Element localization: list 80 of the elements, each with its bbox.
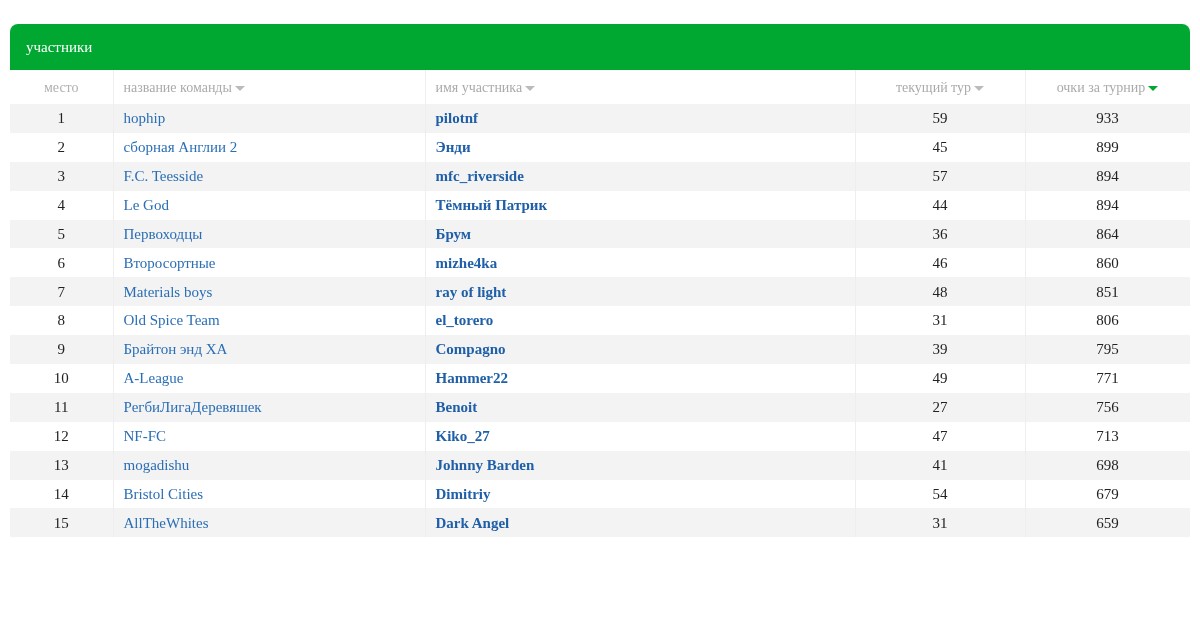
tournament-points: 864 [1096,225,1119,242]
tournament-points: 659 [1096,514,1119,531]
current-round-score: 49 [932,370,948,387]
tournament-points: 713 [1096,428,1119,444]
place-number: 9 [57,341,65,358]
column-header: место [43,79,79,95]
place-number: 1 [57,110,65,127]
current-round-score: 39 [932,341,948,358]
current-round-score: 31 [932,312,948,329]
tournament-points: 771 [1096,370,1119,387]
current-round-score: 41 [932,456,948,473]
current-round-score: 44 [932,196,948,213]
team-link[interactable]: NF-FC [123,428,167,444]
team-link[interactable]: F.C. Teesside [123,167,204,184]
team-link[interactable]: Old Spice Team [123,312,220,329]
tournament-points: 933 [1096,110,1119,127]
player-link[interactable]: pilotnf [435,110,478,127]
current-round-score: 36 [932,225,948,242]
tournament-points: 894 [1096,167,1119,184]
player-link[interactable]: Johnny Barden [435,456,535,473]
player-link[interactable]: Энди [435,139,471,156]
player-link[interactable]: mizhe4ka [435,254,498,271]
team-link[interactable]: A-League [123,370,184,387]
tournament-points: 894 [1096,196,1119,213]
player-link[interactable]: Dark Angel [435,514,510,531]
player-link[interactable]: el_torero [435,312,494,329]
place-number: 15 [53,514,69,531]
tournament-points: 756 [1096,399,1119,416]
current-round-score: 47 [932,428,948,444]
team-link[interactable]: mogadishu [123,456,190,473]
place-number: 6 [57,254,65,271]
place-number: 11 [54,399,69,416]
panel-title: участники [26,37,93,57]
player-link[interactable]: Брум [435,225,472,242]
tournament-points: 899 [1096,139,1119,156]
player-link[interactable]: Benoit [435,399,478,416]
current-round-score: 48 [932,283,948,300]
team-link[interactable]: Bristol Cities [123,485,204,502]
player-link[interactable]: Тёмный Патрик [435,196,548,213]
team-link[interactable]: Le God [123,196,169,213]
place-number: 3 [57,167,65,184]
place-number: 12 [53,428,69,444]
place-number: 2 [57,139,65,156]
player-link[interactable]: Kiko_27 [435,428,490,444]
place-number: 4 [57,196,65,213]
place-number: 10 [53,370,69,387]
current-round-score: 27 [932,399,948,416]
player-link[interactable]: Dimitriy [435,485,491,502]
sort-caret-icon[interactable] [1148,85,1159,91]
sort-caret-icon[interactable] [974,85,985,91]
team-link[interactable]: Materials boys [123,283,213,300]
sort-caret-icon[interactable] [525,85,536,91]
team-link[interactable]: Второсортные [123,254,216,271]
team-link[interactable]: Брайтон энд ХА [123,341,228,358]
team-link[interactable]: AllTheWhites [123,514,209,531]
player-link[interactable]: ray of light [435,283,507,300]
player-link[interactable]: Hammer22 [435,370,508,387]
place-number: 8 [57,312,65,329]
player-link[interactable]: Compagno [435,341,506,358]
tournament-points: 806 [1096,312,1119,329]
sort-caret-icon[interactable] [234,85,245,91]
team-link[interactable]: сборная Англии 2 [123,139,238,156]
player-link[interactable]: mfc_riverside [435,167,524,184]
team-link[interactable]: hophip [123,110,166,127]
team-link[interactable]: Первоходцы [123,225,203,242]
tournament-points: 679 [1096,485,1119,502]
place-number: 7 [57,283,65,300]
tournament-points: 851 [1096,283,1119,300]
current-round-score: 57 [932,167,948,184]
current-round-score: 59 [932,110,948,127]
current-round-score: 46 [932,254,948,271]
place-number: 13 [53,456,69,473]
tournament-points: 698 [1096,456,1119,473]
current-round-score: 45 [932,139,948,156]
current-round-score: 54 [932,485,948,502]
tournament-points: 795 [1096,341,1119,358]
current-round-score: 31 [932,514,948,531]
place-number: 14 [53,485,69,502]
tournament-points: 860 [1096,254,1119,271]
place-number: 5 [57,225,65,242]
